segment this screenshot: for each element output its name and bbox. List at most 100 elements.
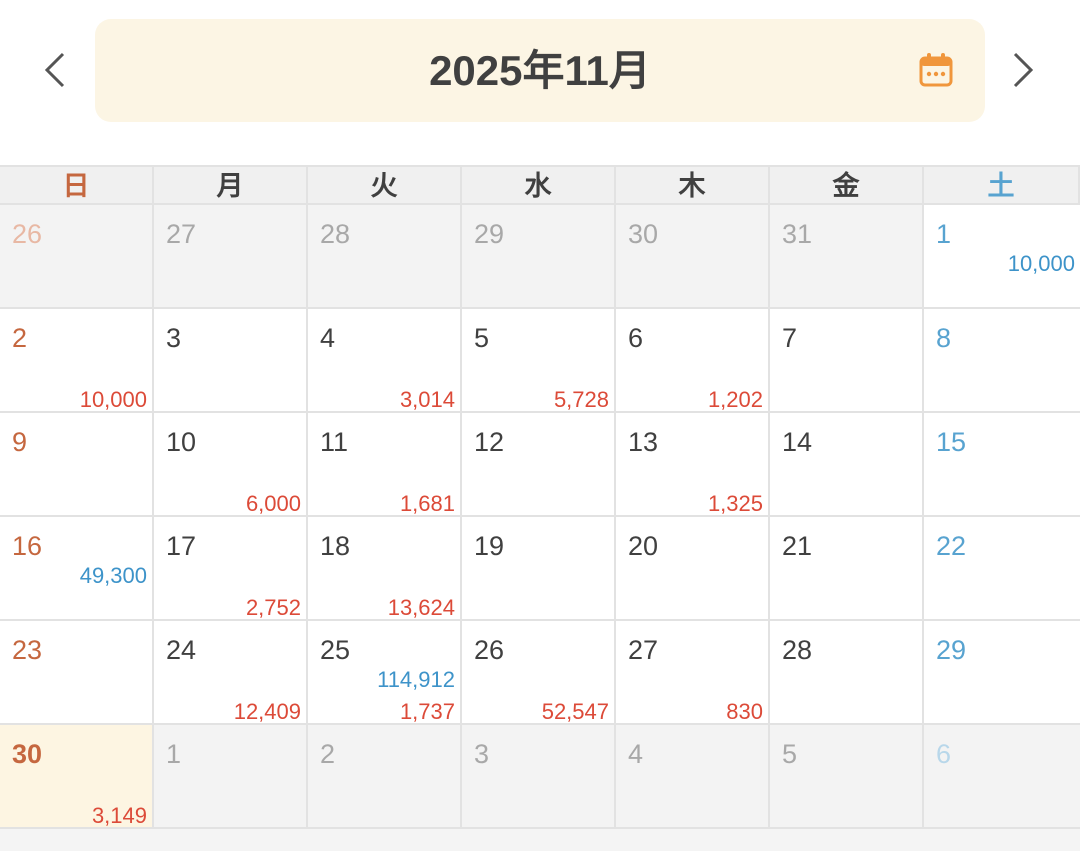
day-number: 27 xyxy=(628,635,659,665)
calendar-day-cell[interactable]: 1 10,000 xyxy=(924,205,1080,309)
day-number: 6 xyxy=(628,323,644,353)
expense-amount: 12,409 xyxy=(233,699,301,724)
expense-amount: 5,728 xyxy=(553,387,609,412)
day-number: 9 xyxy=(12,427,28,457)
day-number: 6 xyxy=(936,739,952,769)
weekday-header-thu: 木 xyxy=(616,165,770,205)
day-number: 1 xyxy=(166,739,182,769)
calendar-day-cell[interactable]: 3 xyxy=(462,725,616,829)
day-number: 10 xyxy=(166,427,197,457)
calendar-day-cell[interactable]: 14 xyxy=(770,413,924,517)
day-number: 11 xyxy=(320,427,349,457)
month-header: 2025年11月 xyxy=(0,0,1080,165)
calendar-day-cell[interactable]: 19 xyxy=(462,517,616,621)
calendar-day-cell[interactable]: 24 12,409 xyxy=(154,621,308,725)
weekday-header-tue: 火 xyxy=(308,165,462,205)
day-number: 29 xyxy=(474,219,505,249)
weekday-header-mon: 月 xyxy=(154,165,308,205)
month-selector[interactable]: 2025年11月 xyxy=(95,19,985,122)
calendar-day-cell[interactable]: 7 xyxy=(770,309,924,413)
expense-amount: 1,681 xyxy=(399,491,455,516)
calendar-day-cell[interactable]: 3 xyxy=(154,309,308,413)
day-number: 21 xyxy=(782,531,813,561)
day-number: 7 xyxy=(782,323,798,353)
calendar-day-cell[interactable]: 11 1,681 xyxy=(308,413,462,517)
calendar-day-cell[interactable]: 29 xyxy=(924,621,1080,725)
expense-amount: 3,014 xyxy=(399,387,455,412)
calendar-day-cell[interactable]: 2 10,000 xyxy=(0,309,154,413)
day-number: 3 xyxy=(166,323,182,353)
calendar-day-cell[interactable]: 2 xyxy=(308,725,462,829)
calendar-day-cell[interactable]: 8 xyxy=(924,309,1080,413)
calendar-day-cell-today[interactable]: 30 3,149 xyxy=(0,725,154,829)
calendar-icon[interactable] xyxy=(918,52,954,88)
day-number: 25 xyxy=(320,635,351,665)
calendar-day-cell[interactable]: 28 xyxy=(770,621,924,725)
calendar-day-cell[interactable]: 16 49,300 xyxy=(0,517,154,621)
day-number: 5 xyxy=(782,739,798,769)
day-number: 23 xyxy=(12,635,43,665)
calendar-day-cell[interactable]: 27 830 xyxy=(616,621,770,725)
day-number: 2 xyxy=(12,323,28,353)
expense-amount: 1,737 xyxy=(399,699,455,724)
day-number: 5 xyxy=(474,323,490,353)
day-number: 27 xyxy=(166,219,197,249)
day-number: 30 xyxy=(628,219,659,249)
income-amount: 10,000 xyxy=(1007,251,1075,276)
calendar-day-cell[interactable]: 18 13,624 xyxy=(308,517,462,621)
calendar-day-cell[interactable]: 26 xyxy=(0,205,154,309)
day-number: 13 xyxy=(628,427,659,457)
day-number: 31 xyxy=(782,219,813,249)
day-number: 4 xyxy=(320,323,336,353)
day-number: 20 xyxy=(628,531,659,561)
expense-amount: 1,202 xyxy=(707,387,763,412)
calendar-day-cell[interactable]: 21 xyxy=(770,517,924,621)
calendar-day-cell[interactable]: 30 xyxy=(616,205,770,309)
month-title: 2025年11月 xyxy=(429,47,651,94)
day-number: 26 xyxy=(12,219,43,249)
day-number: 16 xyxy=(12,531,43,561)
chevron-left-icon xyxy=(44,52,65,88)
calendar-day-cell[interactable]: 20 xyxy=(616,517,770,621)
calendar-day-cell[interactable]: 22 xyxy=(924,517,1080,621)
calendar-day-cell[interactable]: 6 xyxy=(924,725,1080,829)
expense-amount: 2,752 xyxy=(245,595,301,620)
calendar-day-cell[interactable]: 26 52,547 xyxy=(462,621,616,725)
previous-month-button[interactable] xyxy=(32,46,80,94)
income-amount: 114,912 xyxy=(377,667,455,692)
weekday-header-wed: 水 xyxy=(462,165,616,205)
calendar-day-cell[interactable]: 31 xyxy=(770,205,924,309)
day-number: 8 xyxy=(936,323,952,353)
calendar-day-cell[interactable]: 23 xyxy=(0,621,154,725)
calendar-day-cell[interactable]: 12 xyxy=(462,413,616,517)
calendar-day-cell[interactable]: 9 xyxy=(0,413,154,517)
day-number: 14 xyxy=(782,427,813,457)
calendar-day-cell[interactable]: 17 2,752 xyxy=(154,517,308,621)
calendar-day-cell[interactable]: 1 xyxy=(154,725,308,829)
day-number: 18 xyxy=(320,531,351,561)
day-number: 28 xyxy=(782,635,813,665)
calendar-day-cell[interactable]: 13 1,325 xyxy=(616,413,770,517)
calendar-day-cell[interactable]: 25 114,912 1,737 xyxy=(308,621,462,725)
day-number: 12 xyxy=(474,427,505,457)
day-number: 2 xyxy=(320,739,336,769)
calendar-day-cell[interactable]: 6 1,202 xyxy=(616,309,770,413)
day-number: 30 xyxy=(12,739,43,769)
calendar-day-cell[interactable]: 5 xyxy=(770,725,924,829)
day-number: 26 xyxy=(474,635,505,665)
income-amount: 49,300 xyxy=(79,563,147,588)
calendar-day-cell[interactable]: 4 3,014 xyxy=(308,309,462,413)
calendar-day-cell[interactable]: 15 xyxy=(924,413,1080,517)
day-number: 4 xyxy=(628,739,644,769)
weekday-header-sun: 日 xyxy=(0,165,154,205)
weekday-header-sat: 土 xyxy=(924,165,1080,205)
next-month-button[interactable] xyxy=(998,46,1046,94)
calendar-day-cell[interactable]: 4 xyxy=(616,725,770,829)
calendar-day-cell[interactable]: 27 xyxy=(154,205,308,309)
calendar-day-cell[interactable]: 29 xyxy=(462,205,616,309)
calendar-day-cell[interactable]: 10 6,000 xyxy=(154,413,308,517)
calendar-day-cell[interactable]: 28 xyxy=(308,205,462,309)
expense-amount: 3,149 xyxy=(91,803,147,828)
expense-amount: 6,000 xyxy=(245,491,301,516)
calendar-day-cell[interactable]: 5 5,728 xyxy=(462,309,616,413)
